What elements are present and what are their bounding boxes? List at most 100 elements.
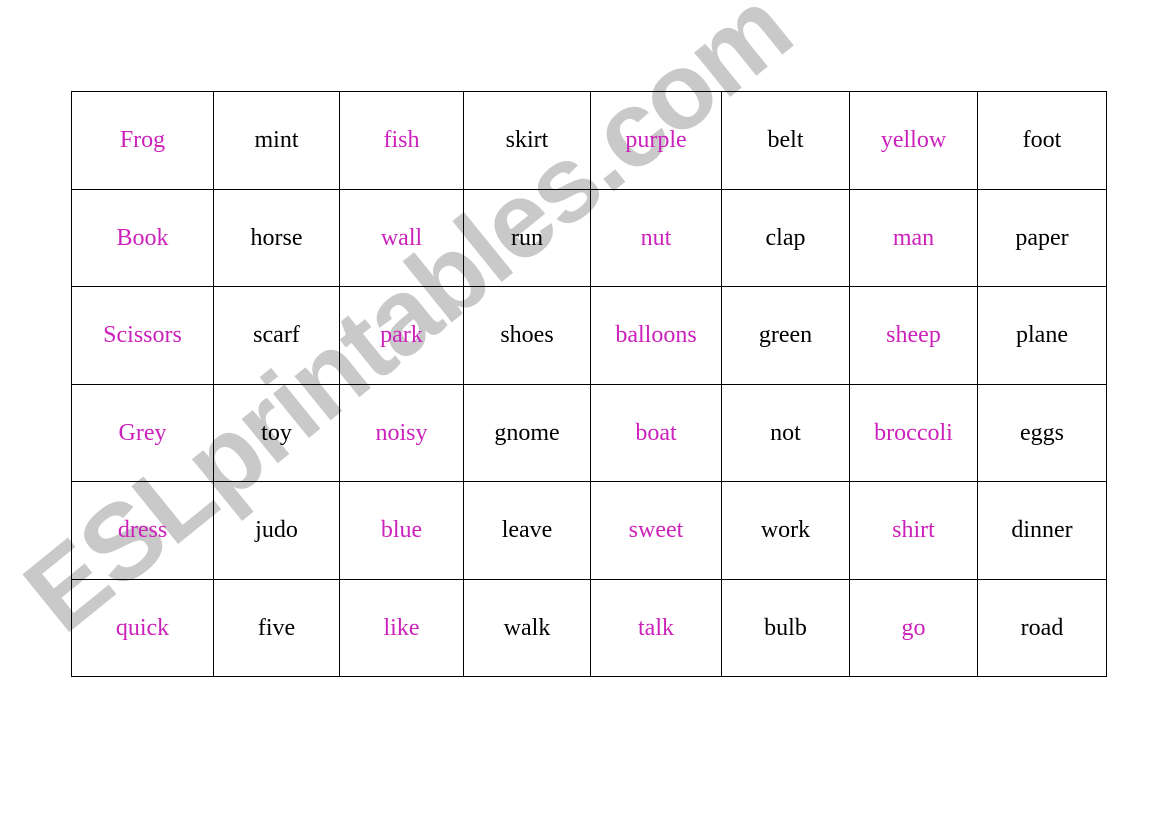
word-grid-row: dress judo blue leave sweet work shirt dinner bbox=[71, 481, 1107, 580]
word-label: horse bbox=[250, 224, 303, 251]
word-label: Grey bbox=[118, 419, 167, 446]
word-cell[interactable]: gnome bbox=[463, 383, 591, 482]
word-label: purple bbox=[625, 127, 687, 154]
word-label: walk bbox=[503, 614, 551, 641]
word-grid-body: Frog mint fish skirt purple belt yellow foot Boo… bbox=[71, 91, 1107, 677]
word-cell[interactable]: bulb bbox=[721, 578, 850, 677]
word-label: not bbox=[770, 419, 801, 446]
word-label: paper bbox=[1015, 224, 1069, 251]
worksheet-page: ESLprintables.com Frog mint fish skirt purpl… bbox=[0, 0, 1169, 821]
word-cell[interactable]: skirt bbox=[463, 91, 591, 190]
word-cell[interactable]: dinner bbox=[977, 481, 1107, 580]
word-label: man bbox=[892, 224, 935, 251]
word-cell[interactable]: sheep bbox=[849, 286, 978, 385]
word-label: leave bbox=[501, 517, 553, 544]
word-label: yellow bbox=[880, 127, 947, 154]
word-grid-row: Frog mint fish skirt purple belt yellow foot bbox=[71, 91, 1107, 190]
word-cell[interactable]: go bbox=[849, 578, 978, 677]
word-label: road bbox=[1020, 614, 1064, 641]
word-label: blue bbox=[380, 517, 423, 544]
word-label: nut bbox=[640, 224, 672, 251]
word-label: plane bbox=[1016, 322, 1068, 349]
word-cell[interactable]: work bbox=[721, 481, 850, 580]
word-label: eggs bbox=[1020, 419, 1064, 446]
word-cell[interactable]: balloons bbox=[590, 286, 722, 385]
word-label: belt bbox=[767, 127, 804, 154]
word-cell[interactable]: scarf bbox=[213, 286, 340, 385]
word-label: balloons bbox=[615, 322, 697, 349]
word-label: shirt bbox=[892, 517, 935, 544]
word-label: five bbox=[257, 614, 296, 641]
word-cell[interactable]: Grey bbox=[71, 383, 214, 482]
word-label: skirt bbox=[505, 127, 549, 154]
word-cell[interactable]: nut bbox=[590, 188, 722, 287]
word-cell[interactable]: horse bbox=[213, 188, 340, 287]
word-cell[interactable]: noisy bbox=[339, 383, 464, 482]
word-cell[interactable]: foot bbox=[977, 91, 1107, 190]
word-cell[interactable]: leave bbox=[463, 481, 591, 580]
word-cell[interactable]: paper bbox=[977, 188, 1107, 287]
word-label: talk bbox=[638, 614, 674, 641]
word-cell[interactable]: Book bbox=[71, 188, 214, 287]
word-cell[interactable]: fish bbox=[339, 91, 464, 190]
word-cell[interactable]: shoes bbox=[463, 286, 591, 385]
word-label: clap bbox=[765, 224, 806, 251]
word-cell[interactable]: eggs bbox=[977, 383, 1107, 482]
word-label: fish bbox=[383, 127, 420, 154]
word-cell[interactable]: talk bbox=[590, 578, 722, 677]
word-cell[interactable]: belt bbox=[721, 91, 850, 190]
word-cell[interactable]: boat bbox=[590, 383, 722, 482]
word-grid-row: quick five like walk talk bulb go road bbox=[71, 578, 1107, 677]
word-label: sheep bbox=[886, 322, 941, 349]
word-label: gnome bbox=[494, 419, 560, 446]
word-label: noisy bbox=[375, 419, 428, 446]
word-cell[interactable]: wall bbox=[339, 188, 464, 287]
word-cell[interactable]: blue bbox=[339, 481, 464, 580]
word-cell[interactable]: Scissors bbox=[71, 286, 214, 385]
word-label: go bbox=[901, 614, 926, 641]
word-cell[interactable]: run bbox=[463, 188, 591, 287]
word-cell[interactable]: Frog bbox=[71, 91, 214, 190]
word-label: foot bbox=[1022, 127, 1062, 154]
word-cell[interactable]: purple bbox=[590, 91, 722, 190]
word-cell[interactable]: broccoli bbox=[849, 383, 978, 482]
word-cell[interactable]: plane bbox=[977, 286, 1107, 385]
word-grid-row: Scissors scarf park shoes balloons green sheep… bbox=[71, 286, 1107, 385]
word-label: scarf bbox=[253, 322, 300, 349]
word-cell[interactable]: yellow bbox=[849, 91, 978, 190]
word-cell[interactable]: like bbox=[339, 578, 464, 677]
word-cell[interactable]: judo bbox=[213, 481, 340, 580]
word-label: dress bbox=[117, 517, 168, 544]
word-label: bulb bbox=[764, 614, 807, 641]
word-cell[interactable]: park bbox=[339, 286, 464, 385]
word-cell[interactable]: road bbox=[977, 578, 1107, 677]
word-label: park bbox=[380, 322, 423, 349]
word-label: run bbox=[511, 224, 543, 251]
word-cell[interactable]: dress bbox=[71, 481, 214, 580]
word-label: Scissors bbox=[103, 322, 182, 349]
word-cell[interactable]: green bbox=[721, 286, 850, 385]
word-label: judo bbox=[255, 517, 298, 544]
word-label: wall bbox=[380, 224, 423, 251]
word-label: shoes bbox=[500, 322, 554, 349]
word-grid-row: Book horse wall run nut clap man paper bbox=[71, 188, 1107, 287]
word-cell[interactable]: not bbox=[721, 383, 850, 482]
word-cell[interactable]: sweet bbox=[590, 481, 722, 580]
word-label: work bbox=[760, 517, 811, 544]
word-label: dinner bbox=[1011, 517, 1073, 544]
word-cell[interactable]: toy bbox=[213, 383, 340, 482]
word-cell[interactable]: clap bbox=[721, 188, 850, 287]
word-cell[interactable]: quick bbox=[71, 578, 214, 677]
word-cell[interactable]: five bbox=[213, 578, 340, 677]
word-grid-row: Grey toy noisy gnome boat not broccoli eggs bbox=[71, 383, 1107, 482]
word-label: mint bbox=[254, 127, 299, 154]
word-cell[interactable]: mint bbox=[213, 91, 340, 190]
word-cell[interactable]: shirt bbox=[849, 481, 978, 580]
word-label: boat bbox=[635, 419, 677, 446]
word-cell[interactable]: man bbox=[849, 188, 978, 287]
word-label: green bbox=[758, 322, 813, 349]
word-cell[interactable]: walk bbox=[463, 578, 591, 677]
word-label: toy bbox=[261, 419, 292, 446]
word-label: broccoli bbox=[874, 419, 953, 446]
word-label: Book bbox=[116, 224, 169, 251]
